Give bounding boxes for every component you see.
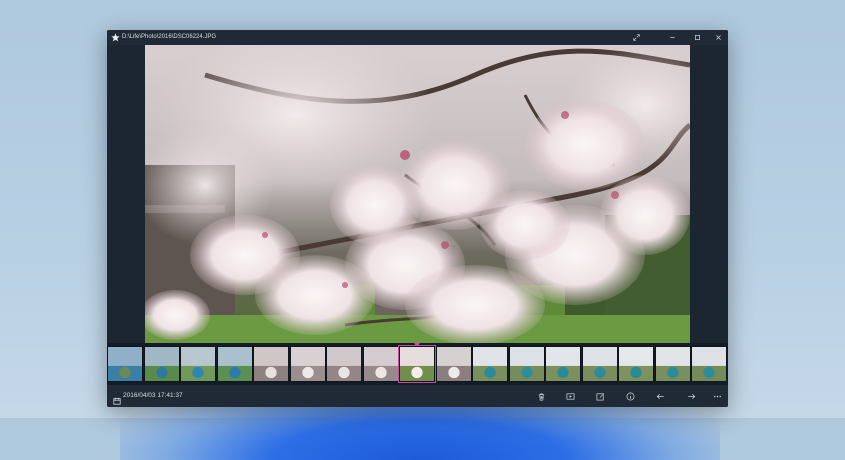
thumbnail-filmstrip[interactable]	[107, 343, 728, 385]
maximize-button[interactable]	[690, 32, 704, 43]
app-star-icon	[111, 33, 120, 42]
close-button[interactable]	[711, 32, 725, 43]
filmstrip-thumbnail[interactable]	[545, 346, 581, 382]
slideshow-icon	[566, 392, 574, 400]
slideshow-button[interactable]	[562, 389, 578, 403]
edit-button[interactable]	[592, 389, 608, 403]
more-button[interactable]	[709, 389, 725, 403]
photo-viewer-window: D:\Life\Photo\2016\DSC06224.JPG 2016/04/…	[107, 30, 728, 407]
filmstrip-thumbnail[interactable]	[362, 346, 399, 382]
status-bar: 2016/04/03 17:41:37	[107, 385, 728, 407]
filmstrip-thumbnail[interactable]	[618, 346, 654, 382]
previous-arrow-icon	[656, 393, 664, 399]
filmstrip-thumbnail[interactable]	[581, 346, 618, 382]
filmstrip-thumbnail[interactable]	[691, 346, 727, 382]
filmstrip-thumbnail[interactable]	[143, 346, 180, 382]
more-icon	[713, 395, 721, 397]
minimize-button[interactable]	[665, 32, 679, 43]
filmstrip-thumbnail[interactable]	[253, 346, 289, 382]
previous-button[interactable]	[652, 389, 668, 403]
close-icon	[715, 35, 721, 40]
filmstrip-thumbnail[interactable]	[326, 346, 362, 382]
filmstrip-thumbnail[interactable]	[435, 346, 472, 382]
image-viewport[interactable]	[107, 45, 728, 343]
next-arrow-icon	[687, 393, 695, 399]
window-title: D:\Life\Photo\2016\DSC06224.JPG	[122, 34, 217, 40]
info-button[interactable]	[622, 389, 638, 403]
delete-button[interactable]	[533, 389, 549, 403]
cherry-blossom-photo	[145, 45, 690, 343]
title-bar[interactable]: D:\Life\Photo\2016\DSC06224.JPG	[107, 30, 728, 45]
filmstrip-thumbnail[interactable]	[398, 345, 436, 383]
calendar-icon	[113, 392, 121, 405]
fullscreen-button[interactable]	[629, 32, 643, 43]
photo-datetime: 2016/04/03 17:41:37	[123, 392, 183, 399]
filmstrip-thumbnail[interactable]	[216, 346, 253, 382]
filmstrip-thumbnail[interactable]	[654, 346, 691, 382]
filmstrip-thumbnail[interactable]	[472, 346, 508, 382]
filmstrip-thumbnail[interactable]	[180, 346, 216, 382]
filmstrip-thumbnail[interactable]	[508, 346, 545, 382]
next-button[interactable]	[683, 389, 699, 403]
filmstrip-thumbnail[interactable]	[289, 346, 326, 382]
minimize-icon	[669, 37, 675, 38]
filmstrip-thumbnail[interactable]	[107, 346, 143, 382]
main-photo[interactable]	[145, 45, 690, 343]
delete-icon	[538, 392, 544, 400]
edit-icon	[596, 392, 604, 400]
maximize-icon	[694, 35, 700, 40]
info-icon	[626, 392, 634, 400]
expand-icon	[632, 34, 640, 41]
